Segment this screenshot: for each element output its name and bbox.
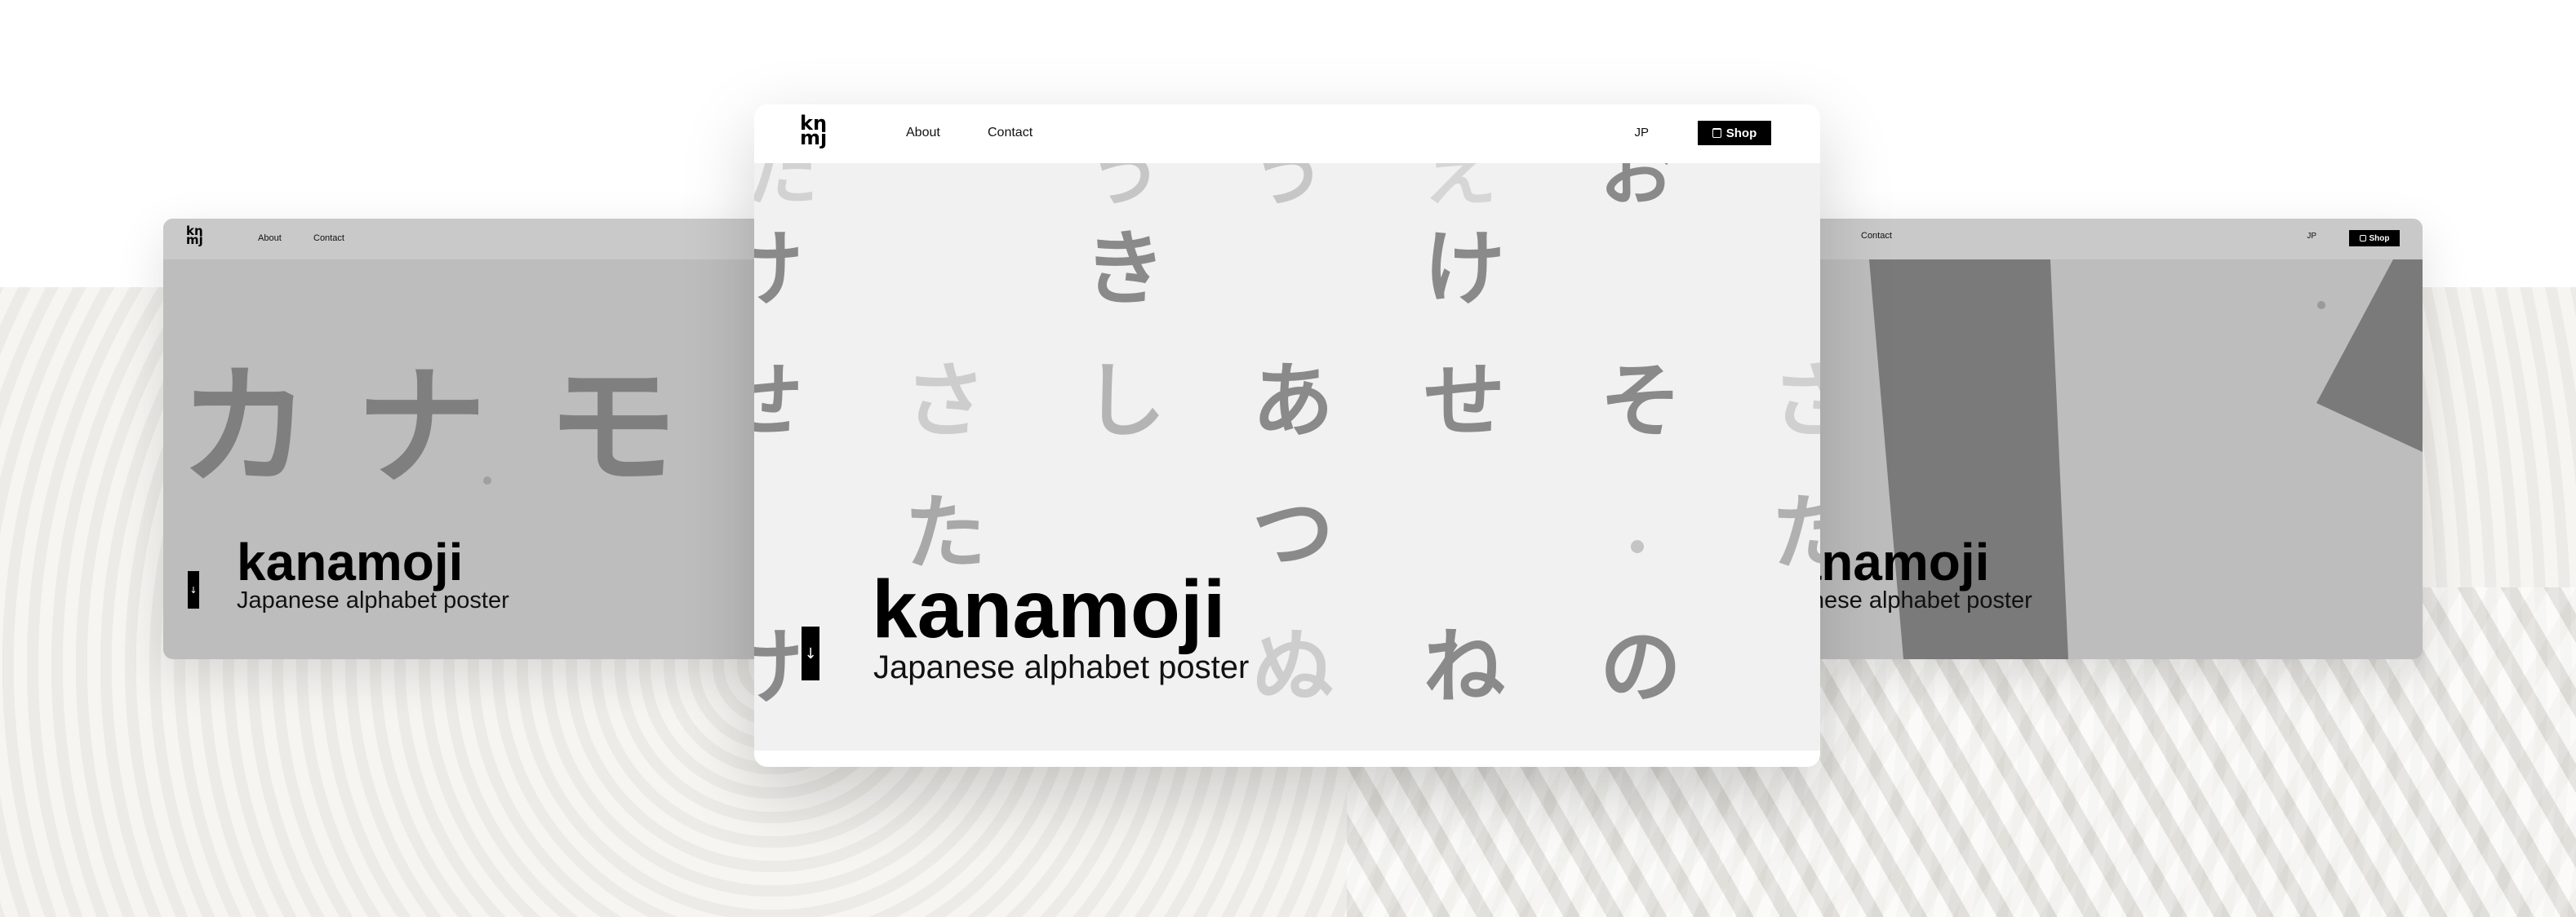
kana-glyph: そ — [1600, 353, 1681, 449]
shop-button[interactable]: Shop — [1698, 121, 1771, 145]
hero-title: kanamoji — [872, 564, 1226, 655]
kana-glyph: せ — [1423, 353, 1505, 449]
hero-title: kanamoji — [237, 533, 464, 591]
kana-glyph: モ — [547, 351, 678, 503]
shopping-bag-icon — [2359, 235, 2366, 241]
kana-glyph: し — [1084, 353, 1166, 449]
shop-label: Shop — [1725, 126, 1757, 140]
preview-window-left: kn mj About Contact カ ナ モ ↓ kanamoji Jap… — [163, 219, 767, 659]
scroll-down-button[interactable]: ↓ — [188, 571, 199, 609]
kana-glyph: た — [1771, 485, 1820, 581]
top-nav: kn mj About Contact JP Shop — [754, 104, 1820, 163]
kana-glyph: ナ — [356, 351, 487, 503]
language-switch[interactable]: JP — [2307, 232, 2316, 241]
kana-glyph: の — [1600, 619, 1681, 715]
logo-bottom: mj — [800, 126, 828, 149]
kana-stroke-shape — [2316, 259, 2423, 452]
kana-glyph: つ — [1252, 485, 1334, 581]
hero-title: kanamoji — [1809, 533, 1990, 591]
top-nav: About Contact JP Shop — [1809, 219, 2423, 259]
kana-glyph: け — [754, 221, 803, 317]
kana-glyph: せ — [754, 353, 803, 449]
kana-glyph: け — [754, 619, 803, 715]
hero-subtitle: Japanese alphabet poster — [237, 587, 509, 614]
kana-dot — [2317, 301, 2325, 309]
nav-contact-link[interactable]: Contact — [988, 126, 1033, 140]
preview-window-right: About Contact JP Shop kanamoji Japanese … — [1809, 219, 2423, 659]
kana-glyph: カ — [180, 351, 311, 503]
kana-dot — [1631, 540, 1644, 553]
scroll-down-button[interactable]: ↓ — [802, 627, 819, 680]
nav-about-link[interactable]: About — [906, 126, 940, 140]
window-bottom-bar — [754, 751, 1820, 767]
brand-logo[interactable]: kn mj — [800, 113, 828, 149]
arrow-down-icon: ↓ — [189, 584, 198, 596]
kana-glyph: け — [1423, 221, 1505, 317]
arrow-down-icon: ↓ — [804, 645, 817, 662]
shop-label: Shop — [2369, 233, 2390, 243]
nav-about-link[interactable]: About — [258, 233, 282, 243]
kana-dot — [483, 476, 491, 485]
logo-bottom: mj — [186, 233, 203, 248]
kana-glyph: さ — [904, 353, 986, 449]
kana-glyph: ね — [1423, 619, 1505, 715]
hero-subtitle: Japanese alphabet poster — [873, 649, 1250, 685]
nav-contact-link[interactable]: Contact — [1861, 231, 1892, 241]
hero-subtitle: Japanese alphabet poster — [1809, 587, 2032, 614]
shopping-bag-icon — [1712, 128, 1721, 138]
kana-glyph: あ — [1252, 353, 1334, 449]
nav-contact-link[interactable]: Contact — [313, 233, 344, 243]
brand-logo[interactable]: kn mj — [186, 224, 203, 248]
kana-glyph: き — [1084, 221, 1166, 317]
kana-glyph: ぬ — [1252, 619, 1334, 715]
shop-button[interactable]: Shop — [2349, 230, 2400, 246]
language-switch[interactable]: JP — [1634, 126, 1649, 140]
kana-glyph: さ — [1771, 353, 1820, 449]
kana-glyph: た — [904, 485, 986, 581]
preview-window-center: た う う え お kn mj About Contact JP Shop け … — [754, 104, 1820, 767]
top-nav: kn mj About Contact — [163, 219, 767, 259]
